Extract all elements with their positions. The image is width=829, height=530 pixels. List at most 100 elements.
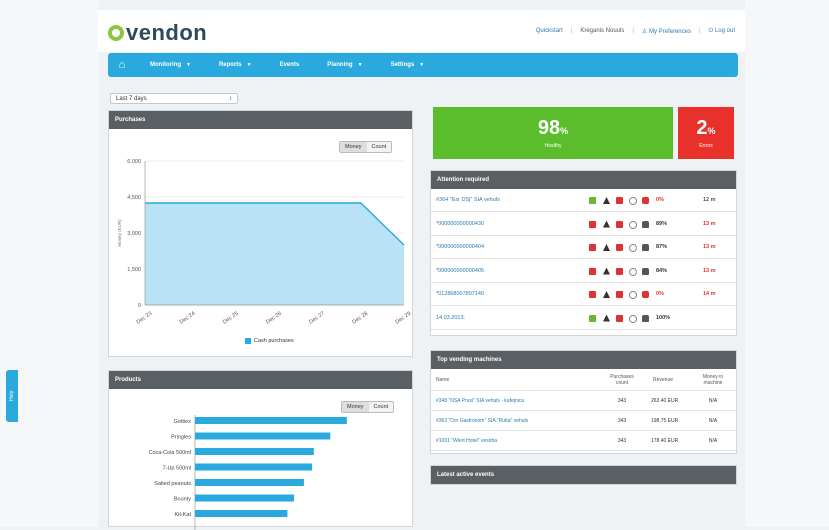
fill-percent: 0% [656,291,664,297]
cup-icon [642,244,649,251]
x-tick-label: Dec 28 [351,311,369,326]
user-name: Kreganis Nouuls [580,28,625,34]
panel-title: Attention required [431,171,736,189]
coin-icon [629,267,637,276]
purchases-cell: 343 [617,417,627,424]
chevron-down-icon: ▼ [246,62,252,68]
nav-reports[interactable]: Reports ▼ [205,62,266,68]
elapsed-time: 14 m [703,291,716,297]
logo[interactable]: vendon [108,20,207,46]
category-label: 7-Up 500ml [163,466,191,472]
header: vendon Quickstart | Kreganis Nouuls | ♙ … [98,10,745,52]
money-cell: N/A [708,397,718,404]
products-panel: Products Money Count Gottiex Pringles Coca… [108,370,413,530]
user-icon: ♙ [641,29,649,35]
machine-link[interactable]: 14.03.2013. [436,315,465,321]
bar[interactable] [195,463,313,471]
col-name: Name [436,376,450,383]
col-revenue: Revenue [653,376,674,383]
attention-row[interactable]: *000000000000430 89% 13 m [431,213,736,236]
elapsed-time: 13 m [703,244,716,250]
separator: | [632,28,634,34]
toggle-count[interactable]: Count [366,142,392,152]
panel-title: Products [109,371,412,389]
money-count-toggle: Money Count [341,401,395,413]
bar[interactable] [195,479,304,486]
top-machines-panel: Top vending machines Name Purchases coun… [430,350,737,454]
coin-icon [629,244,637,252]
chart-legend: Cash purchases [245,338,294,344]
toggle-money[interactable]: Money [340,142,367,152]
category-label: Coca-Cola 500ml [149,450,192,456]
category-label: Kit-Kat [174,512,191,518]
fill-percent: 87% [656,244,668,250]
alert-icon [603,267,610,275]
purchases-chart: 0 1,500 3,000 4,500 6,000 Dec 23 Dec 24 Dec 25 D… [117,159,412,326]
category-label: Pringles [171,435,191,441]
attention-row[interactable]: *000000000000404 87% 13 m [431,236,736,259]
col-purchases: Purchases count [610,373,634,386]
machine-name-link[interactable]: #363 "Dor Gastronom" SIA "Rutta" vehuls [436,418,528,424]
machine-link[interactable]: *000000000000404 [436,244,484,250]
category-label: Bounty [174,497,191,503]
page: Help vendon Quickstart | Kreganis Nouuls… [0,0,829,530]
legend-swatch [245,338,251,344]
machine-link[interactable]: *000000000000405 [436,268,484,274]
cup-icon [642,220,649,228]
x-tick-label: Dec 27 [308,311,326,326]
attention-row[interactable]: *000000000000405 84% 13 m [431,260,736,283]
table-row[interactable]: #363 "Dor Gastronom" SIA "Rutta" vehuls 3… [431,411,736,431]
nav-events[interactable]: Events [266,62,314,68]
period-select[interactable]: Last 7 days ↕ [110,93,238,104]
area-fill [145,203,404,305]
quickstart-link[interactable]: Quickstart [536,28,563,35]
toggle-money[interactable]: Money [342,402,369,412]
nav-monitoring[interactable]: Monitoring ▼ [136,62,205,68]
machine-link[interactable]: *012868007897140 [436,291,484,297]
y-tick-label: 1,500 [127,267,141,273]
attention-row[interactable]: *012868007897140 0% 14 m [431,283,736,306]
healthy-label: Healthy [544,142,562,149]
errors-tile[interactable]: 2% Errors [678,107,734,159]
panel-title: Purchases [109,111,412,129]
table-header: Name Purchases count Revenue Money in ma… [431,369,736,391]
cash-icon [616,220,623,228]
coin-icon [629,291,637,299]
attention-row[interactable]: #364 "Esr DSj" SIA vehuls 0% 12 m [431,189,736,212]
purchases-cell: 343 [617,437,627,444]
elapsed-time: 12 m [703,197,716,203]
products-chart: Gottiex Pringles Coca-Cola 500ml 7-Up 500ml… [149,415,347,530]
healthy-tile[interactable]: 98% Healthy [433,107,673,159]
logo-icon [108,25,124,41]
logout-link[interactable]: ⏻ Log out [709,28,735,35]
feedback-tab[interactable]: Help [6,370,18,422]
attention-row[interactable]: 14.03.2013. 100% [431,307,736,330]
bar[interactable] [195,432,331,440]
machine-name-link[interactable]: #1001 "Wiert Hotel" vesirba [436,438,497,444]
chevron-down-icon: ▼ [357,62,363,68]
alert-icon [603,314,610,322]
cash-icon [616,244,623,251]
revenue-cell: 263.40 EUR [651,397,679,404]
bar[interactable] [195,448,314,455]
nav-planning[interactable]: Planning ▼ [313,62,376,68]
logo-text: vendon [126,20,208,45]
status-icon [589,314,596,322]
purchases-cell: 343 [617,397,627,404]
select-arrow-icon: ↕ [229,95,232,102]
machine-link[interactable]: #364 "Esr DSj" SIA vehuls [436,197,500,203]
machine-link[interactable]: *000000000000430 [436,221,484,227]
nav-settings[interactable]: Settings ▼ [377,62,439,68]
machine-name-link[interactable]: #348 "NSA Prusi" SIA vehuls - kafejnica [436,398,524,404]
table-row[interactable]: #1001 "Wiert Hotel" vesirba 343 178.40 EUR… [431,431,736,451]
money-cell: N/A [708,417,718,424]
bar[interactable] [195,417,347,424]
bar[interactable] [195,494,294,502]
bar[interactable] [195,510,288,517]
toggle-count[interactable]: Count [368,402,394,412]
home-icon[interactable]: ⌂ [108,53,136,77]
preferences-link[interactable]: ♙ My Preferences [642,28,691,35]
separator: | [698,28,701,34]
table-row[interactable]: #348 "NSA Prusi" SIA vehuls - kafejnica 3… [431,391,736,411]
cup-icon [642,267,649,275]
